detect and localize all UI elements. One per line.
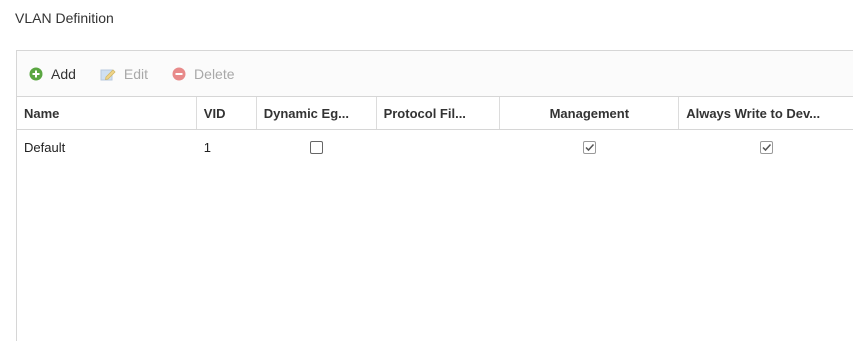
- always-write-checkbox[interactable]: [759, 140, 773, 154]
- cell-management: [500, 130, 679, 164]
- table-header: Name VID Dynamic Eg... Protocol Fil... M…: [17, 96, 853, 130]
- column-header-always-write[interactable]: Always Write to Dev...: [679, 97, 853, 129]
- edit-pencil-icon: [100, 67, 116, 81]
- management-checkbox[interactable]: [583, 140, 597, 154]
- column-header-name[interactable]: Name: [17, 97, 197, 129]
- add-button-label: Add: [51, 65, 76, 82]
- vlan-panel: Add Edit Delete Name VID Dynamic Eg... P…: [16, 50, 853, 341]
- column-header-vid[interactable]: VID: [197, 97, 257, 129]
- checkmark-icon: [762, 143, 771, 151]
- checkmark-icon: [585, 143, 595, 151]
- vlan-table: Name VID Dynamic Eg... Protocol Fil... M…: [17, 96, 853, 164]
- section-title: VLAN Definition: [15, 10, 114, 26]
- column-header-management[interactable]: Management: [500, 97, 680, 129]
- cell-always-write: [679, 130, 853, 164]
- edit-button-label: Edit: [123, 65, 149, 82]
- cell-name: Default: [24, 139, 66, 155]
- dynamic-egress-checkbox[interactable]: [310, 140, 324, 154]
- column-header-protocol-filter[interactable]: Protocol Fil...: [377, 97, 501, 129]
- toolbar: Add Edit Delete: [17, 51, 853, 96]
- column-header-dynamic-egress[interactable]: Dynamic Eg...: [257, 97, 377, 129]
- cell-vid: 1: [203, 139, 212, 155]
- minus-circle-icon: [172, 67, 186, 81]
- add-button[interactable]: Add: [29, 66, 76, 82]
- table-row[interactable]: Default 1: [17, 130, 853, 164]
- cell-dynamic-egress: [257, 130, 377, 164]
- delete-button-label: Delete: [194, 65, 235, 82]
- delete-button[interactable]: Delete: [172, 65, 235, 82]
- cell-protocol-filter: [377, 130, 501, 164]
- edit-button[interactable]: Edit: [100, 66, 148, 82]
- plus-circle-icon: [29, 67, 43, 81]
- vlan-definition-page: VLAN Definition Add Edit Delete Name VID…: [0, 0, 853, 341]
